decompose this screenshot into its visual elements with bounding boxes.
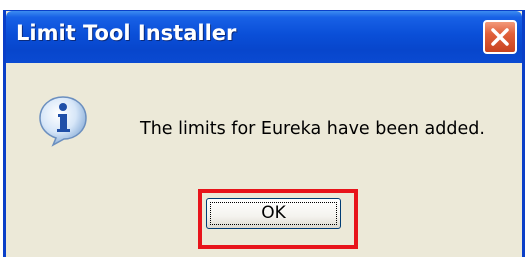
ok-button-highlight [198, 189, 358, 249]
title-bar[interactable]: Limit Tool Installer [6, 11, 522, 63]
dialog-window: Limit Tool Installer The limits for Eure… [3, 10, 525, 257]
dialog-title: Limit Tool Installer [16, 21, 237, 45]
message-text: The limits for Eureka have been added. [140, 119, 485, 139]
info-icon [39, 96, 87, 147]
close-button[interactable] [483, 20, 517, 54]
close-icon [491, 28, 509, 46]
